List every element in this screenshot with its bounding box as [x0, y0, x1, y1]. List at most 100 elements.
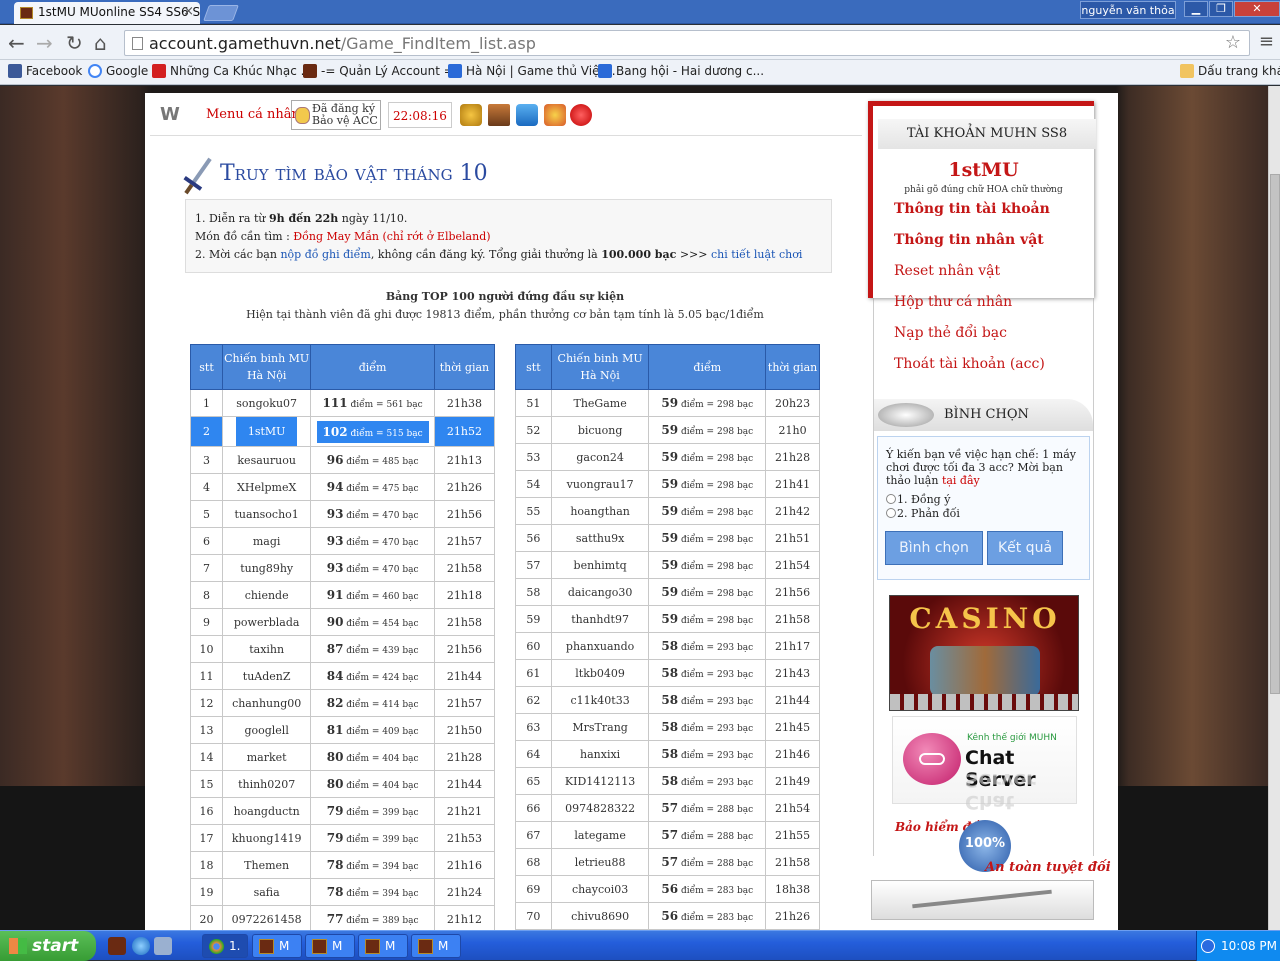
cell-warrior: phanxuando	[550, 632, 650, 660]
points-word: điểm =	[343, 889, 383, 899]
rules-link[interactable]: chi tiết luật chơi	[711, 248, 802, 261]
task-mu-1[interactable]: M	[252, 934, 302, 958]
start-button[interactable]: start	[0, 931, 96, 961]
desktop-icon[interactable]	[154, 937, 172, 955]
link-topup[interactable]: Nạp thẻ đổi bạc	[894, 325, 1007, 341]
other-bookmarks[interactable]: Dấu trang khác	[1180, 64, 1280, 78]
address-bar[interactable]: account.gamethuvn.net/Game_FindItem_list…	[124, 30, 1250, 56]
vote-button[interactable]: Bình chọn	[885, 531, 983, 565]
back-icon[interactable]: ←	[8, 31, 25, 55]
bookmark-label: Những Ca Khúc Nhạc ...	[170, 64, 313, 78]
table-row: 8 chiende 91 điểm = 460 bạc 21h18	[190, 581, 496, 609]
casino-characters-image	[930, 646, 1040, 696]
discuss-link[interactable]: tại đây	[942, 474, 980, 487]
warrior-name: 0972261458	[231, 912, 302, 926]
home-icon[interactable]: ⌂	[94, 31, 107, 55]
silver-word: bạc	[734, 832, 754, 842]
radio-agree[interactable]	[886, 494, 896, 504]
cell-points: 58 điểm = 293 bạc	[648, 632, 767, 660]
maximize-button[interactable]: ❐	[1209, 1, 1233, 17]
warrior-name: songoku07	[236, 396, 298, 410]
bookmark-facebook[interactable]: Facebook	[8, 64, 82, 78]
task-mu-3[interactable]: M	[358, 934, 408, 958]
acc-protection-badge[interactable]: Đã đăng ký Bảo vệ ACC	[291, 100, 381, 130]
new-tab-button[interactable]	[203, 5, 239, 21]
windows-logo-icon	[9, 938, 27, 954]
bookmark-music[interactable]: Những Ca Khúc Nhạc ...	[152, 64, 312, 78]
radio-disagree[interactable]	[886, 508, 896, 518]
chest-icon[interactable]	[488, 104, 510, 126]
cell-stt: 53	[515, 443, 552, 471]
scrollbar[interactable]	[1268, 86, 1280, 930]
cell-warrior: chaycoi03	[550, 875, 650, 903]
cell-points: 111 điểm = 561 bạc	[310, 389, 435, 417]
link-logout[interactable]: Thoát tài khoản (acc)	[894, 356, 1045, 372]
silver-word: bạc	[399, 916, 419, 926]
forward-icon[interactable]: →	[36, 31, 53, 55]
insurance-banner[interactable]: Bảo hiểm đồ 100% An toàn tuyệt đối	[889, 814, 1111, 882]
cell-warrior: hoangductn	[221, 797, 312, 825]
tab-close-icon[interactable]: ×	[183, 4, 194, 19]
points-value: 57	[661, 801, 679, 815]
browser-tab[interactable]: 1stMU MUonline SS4 SS6 SS8 ×	[14, 2, 200, 24]
cell-warrior: tung89hy	[221, 554, 312, 582]
link-reset-character[interactable]: Reset nhân vật	[894, 263, 1000, 279]
silver-value: 298	[716, 427, 735, 437]
submit-item-link[interactable]: nộp đồ ghi điểm	[280, 248, 370, 261]
ie-icon[interactable]	[132, 937, 150, 955]
table-row: 4 XHelpmeX 94 điểm = 475 bạc 21h26	[190, 473, 496, 501]
cell-stt: 58	[515, 578, 552, 606]
silver-word: bạc	[734, 427, 754, 437]
cell-warrior: 1stMU	[221, 416, 312, 447]
cart-icon[interactable]	[516, 104, 538, 126]
wrench-icon[interactable]: ≡	[1259, 31, 1274, 52]
bookmark-star-icon[interactable]: ☆	[1225, 32, 1241, 53]
bookmark-banghoi[interactable]: Bang hội - Hai dương c...	[598, 64, 764, 78]
profile-user-badge[interactable]: nguyễn văn thỏa	[1080, 1, 1176, 19]
bookmark-account[interactable]: -= Quản Lý Account =-	[303, 64, 458, 78]
close-window-button[interactable]: ✕	[1234, 1, 1280, 17]
moneybag-icon[interactable]	[460, 104, 482, 126]
results-button[interactable]: Kết quả	[987, 531, 1063, 565]
option-disagree[interactable]: 2. Phản đối	[886, 507, 1089, 521]
task-mu-4[interactable]: M	[411, 934, 461, 958]
bookmark-google[interactable]: Google	[88, 64, 148, 78]
cell-points: 84 điểm = 424 bạc	[310, 662, 435, 690]
points-word: điểm =	[678, 535, 717, 545]
casino-banner[interactable]: CASINO	[889, 595, 1079, 711]
points-value: 58	[661, 774, 679, 788]
quicklaunch-game-icon[interactable]	[108, 937, 126, 955]
silver-word: bạc	[734, 616, 754, 626]
site-logo[interactable]: W	[160, 104, 180, 125]
reload-icon[interactable]: ↻	[66, 31, 83, 55]
warrior-name: bicuong	[577, 423, 623, 437]
points-value: 58	[661, 720, 679, 734]
points-value: 56	[661, 909, 679, 923]
time-value: 21h28	[775, 450, 811, 464]
power-icon[interactable]	[570, 104, 592, 126]
scrollbar-thumb[interactable]	[1270, 174, 1280, 694]
bookmark-hanoi[interactable]: Hà Nội | Game thủ Việt...	[448, 64, 616, 78]
cell-stt: 1	[190, 389, 223, 417]
table-row: 17 khuong1419 79 điểm = 399 bạc 21h53	[190, 824, 496, 852]
personal-menu-link[interactable]: Menu cá nhân	[206, 107, 300, 122]
task-chrome[interactable]: 1.	[202, 934, 248, 958]
silver-value: 298	[716, 562, 735, 572]
cell-time: 21h56	[433, 635, 496, 663]
link-mailbox[interactable]: Hộp thư cá nhân	[894, 294, 1012, 310]
silver-word: bạc	[399, 700, 419, 710]
link-character-info[interactable]: Thông tin nhân vật	[894, 232, 1044, 248]
silver-word: bạc	[734, 481, 754, 491]
gift-icon[interactable]	[544, 104, 566, 126]
table-row: 60 phanxuando 58 điểm = 293 bạc 21h17	[515, 632, 820, 660]
cell-time: 21h42	[765, 497, 820, 525]
points-word: điểm =	[343, 835, 383, 845]
chat-server-banner[interactable]: Kênh thế giới MUHN Chat Server Chat Serv…	[892, 716, 1077, 813]
minimize-button[interactable]: ▁	[1184, 1, 1208, 17]
task-mu-2[interactable]: M	[305, 934, 355, 958]
option-agree[interactable]: 1. Đồng ý	[886, 493, 1089, 507]
tray-expand-icon[interactable]	[1201, 939, 1215, 953]
link-account-info[interactable]: Thông tin tài khoản	[894, 201, 1050, 217]
points-value: 57	[661, 855, 679, 869]
time-value: 21h42	[775, 504, 811, 518]
